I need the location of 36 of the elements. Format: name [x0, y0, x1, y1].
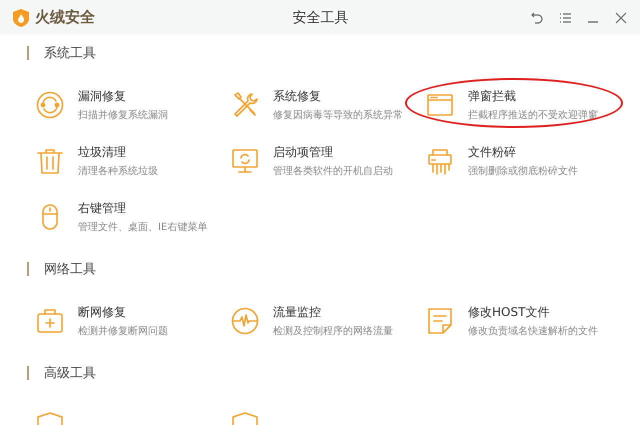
menu-icon[interactable] [558, 10, 572, 24]
tool-description: 扫描并修复系统漏洞 [78, 108, 168, 122]
tool-name[interactable]: 流量监控 [273, 304, 393, 321]
tool-description: 检测及控制程序的网络流量 [273, 324, 393, 338]
tool-name[interactable]: 弹窗拦截 [468, 88, 598, 105]
first-aid-kit-icon [35, 306, 65, 336]
tool-name[interactable]: 漏洞修复 [78, 88, 168, 105]
pulse-icon [230, 306, 260, 336]
trash-icon [35, 146, 65, 176]
tool-description: 管理文件、桌面、IE右键菜单 [78, 220, 208, 234]
tool-description: 强制删除或彻底粉碎文件 [468, 164, 578, 178]
circle-arrows-icon [35, 90, 65, 120]
tool-name[interactable]: 系统修复 [273, 88, 403, 105]
tool-name[interactable]: 修改HOST文件 [468, 304, 598, 321]
tool-name[interactable]: 垃圾清理 [78, 144, 158, 161]
undo-icon[interactable] [530, 10, 544, 24]
tool-name[interactable]: 右键管理 [78, 200, 208, 217]
section-heading: 系统工具 [44, 45, 96, 62]
tool-description: 拦截程序推送的不受欢迎弹窗 [468, 108, 598, 122]
window-title: 安全工具 [292, 8, 350, 26]
app-name: 火绒安全 [35, 8, 95, 27]
tool-description: 清理各种系统垃圾 [78, 164, 158, 178]
note-icon [425, 306, 455, 336]
tool-description: 管理各类软件的开机自启动 [273, 164, 393, 178]
section-heading: 高级工具 [44, 365, 96, 382]
tool-description: 检测并修复断网问题 [78, 324, 168, 338]
flame-shield-logo-icon [13, 8, 29, 26]
tool-description: 修复因病毒等导致的系统异常 [273, 108, 403, 122]
tool-description: 修改负责域名快速解析的文件 [468, 324, 598, 338]
tool-name[interactable]: 文件粉碎 [468, 144, 578, 161]
tool-name[interactable]: 断网修复 [78, 304, 168, 321]
section-heading: 网络工具 [44, 261, 96, 278]
tool-name[interactable]: 启动项管理 [273, 144, 393, 161]
close-icon[interactable] [614, 10, 628, 24]
shredder-icon [425, 146, 455, 176]
monitor-icon [230, 146, 260, 176]
